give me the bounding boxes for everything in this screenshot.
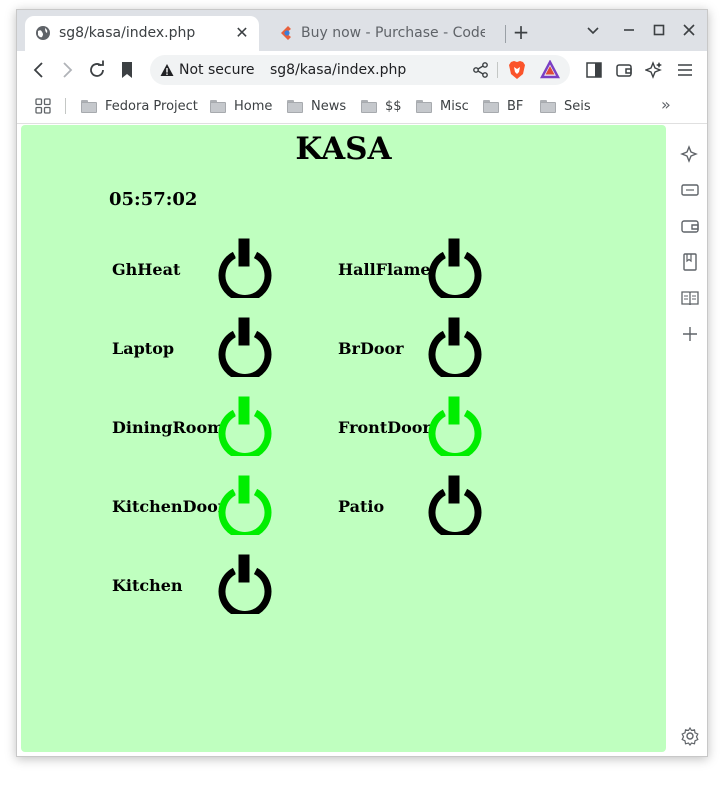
power-icon (218, 472, 272, 539)
power-icon (428, 314, 482, 381)
warning-icon (160, 64, 174, 76)
clock-display: 05:57:02 (109, 189, 198, 210)
bookmark-home[interactable]: Home (210, 89, 272, 123)
device-label-frontdoor: FrontDoor (338, 418, 431, 437)
power-button-kitchendoor[interactable] (214, 472, 276, 539)
device-label-hallflame: HallFlame (338, 260, 431, 279)
device-label-kitchendoor: KitchenDoor (112, 497, 227, 516)
tab-title: Buy now - Purchase - CodePort (301, 25, 485, 41)
menu-icon[interactable] (673, 58, 697, 82)
wallet-icon[interactable] (612, 58, 636, 82)
security-status[interactable]: Not secure (179, 55, 255, 85)
power-icon (428, 393, 482, 460)
wallet-panel-icon[interactable] (680, 216, 700, 236)
close-tab-icon[interactable]: ✕ (233, 24, 251, 42)
sidebar-toggle-icon[interactable] (582, 58, 606, 82)
leo-ai-icon[interactable] (642, 58, 666, 82)
bookmarks-bar: Fedora Project Home News $$ Misc BF Seis… (17, 89, 707, 124)
folder-icon (416, 99, 432, 113)
forward-icon[interactable] (55, 58, 79, 82)
browser-window: sg8/kasa/index.php ✕ Buy now - Purchase … (16, 9, 708, 757)
close-window-icon[interactable] (677, 21, 701, 43)
kasa-page: KASA 05:57:02 GhHeat HallFlame Laptop Br… (21, 125, 666, 752)
folder-icon (210, 99, 226, 113)
apps-grid-icon[interactable] (35, 98, 51, 114)
brave-rewards-icon[interactable] (540, 60, 560, 80)
folder-icon (361, 99, 377, 113)
power-button-brdoor[interactable] (424, 314, 486, 381)
power-icon (218, 314, 272, 381)
video-call-icon[interactable] (680, 180, 700, 200)
settings-gear-icon[interactable] (680, 726, 700, 746)
navigation-toolbar: Not secure sg8/kasa/index.php (17, 51, 707, 89)
power-button-laptop[interactable] (214, 314, 276, 381)
url-text[interactable]: sg8/kasa/index.php (270, 55, 406, 85)
reading-list-icon[interactable] (680, 288, 700, 308)
tab-title: sg8/kasa/index.php (59, 25, 196, 41)
bookmark-label: Seis (564, 98, 591, 114)
folder-icon (287, 99, 303, 113)
device-label-laptop: Laptop (112, 339, 175, 358)
bookmark-bf[interactable]: BF (483, 89, 523, 123)
power-icon (218, 393, 272, 460)
leo-sparkle-icon[interactable] (680, 144, 700, 164)
tab-search-chevron-icon[interactable] (581, 21, 605, 43)
codeport-icon (281, 26, 291, 40)
folder-icon (483, 99, 499, 113)
minimize-icon[interactable] (617, 21, 641, 43)
page-title: KASA (295, 131, 392, 167)
back-icon[interactable] (27, 58, 51, 82)
share-icon[interactable] (472, 61, 490, 79)
power-icon (428, 472, 482, 539)
power-icon (428, 235, 482, 302)
bookmark-news[interactable]: News (287, 89, 346, 123)
tab-separator (505, 25, 506, 43)
folder-icon (540, 99, 556, 113)
add-panel-icon[interactable] (680, 324, 700, 344)
device-label-brdoor: BrDoor (338, 339, 404, 358)
globe-icon (36, 26, 50, 40)
power-button-frontdoor[interactable] (424, 393, 486, 460)
device-label-ghheat: GhHeat (112, 260, 181, 279)
power-icon (218, 235, 272, 302)
brave-shields-icon[interactable] (508, 60, 526, 80)
device-label-patio: Patio (338, 497, 385, 516)
omnibox-separator (497, 62, 498, 78)
tab-kasa[interactable]: sg8/kasa/index.php ✕ (25, 16, 259, 51)
bookmark-seis[interactable]: Seis (540, 89, 591, 123)
power-button-kitchen[interactable] (214, 551, 276, 618)
tab-strip: sg8/kasa/index.php ✕ Buy now - Purchase … (17, 10, 707, 51)
bookmark-label: Home (234, 98, 273, 114)
bookmark-icon[interactable] (115, 58, 139, 82)
power-button-patio[interactable] (424, 472, 486, 539)
power-button-diningroom[interactable] (214, 393, 276, 460)
device-label-diningroom: DiningRoom (112, 418, 225, 437)
bookmark-label: BF (507, 98, 524, 114)
reload-icon[interactable] (85, 58, 109, 82)
content-area: KASA 05:57:02 GhHeat HallFlame Laptop Br… (17, 124, 707, 756)
maximize-icon[interactable] (647, 21, 671, 43)
bookmark-misc[interactable]: Misc (416, 89, 469, 123)
power-icon (218, 551, 272, 618)
bookmarks-panel-icon[interactable] (680, 252, 700, 272)
power-button-ghheat[interactable] (214, 235, 276, 302)
power-button-hallflame[interactable] (424, 235, 486, 302)
folder-icon (81, 99, 97, 113)
tab-codeport[interactable]: Buy now - Purchase - CodePort (267, 16, 491, 51)
new-tab-button[interactable]: + (509, 21, 533, 45)
bookmark-label: Misc (440, 98, 469, 114)
address-bar[interactable]: Not secure sg8/kasa/index.php (150, 55, 570, 85)
bookmark-money[interactable]: $$ (361, 89, 402, 123)
bookmark-label: $$ (385, 98, 402, 114)
device-label-kitchen: Kitchen (112, 576, 183, 595)
bookmark-fedora-project[interactable]: Fedora Project (81, 89, 198, 123)
bookmark-label: Fedora Project (105, 98, 198, 114)
bookmarks-separator (65, 98, 66, 114)
bookmark-label: News (311, 98, 347, 114)
more-bookmarks-icon[interactable]: » (661, 95, 671, 114)
side-panel (672, 124, 707, 756)
